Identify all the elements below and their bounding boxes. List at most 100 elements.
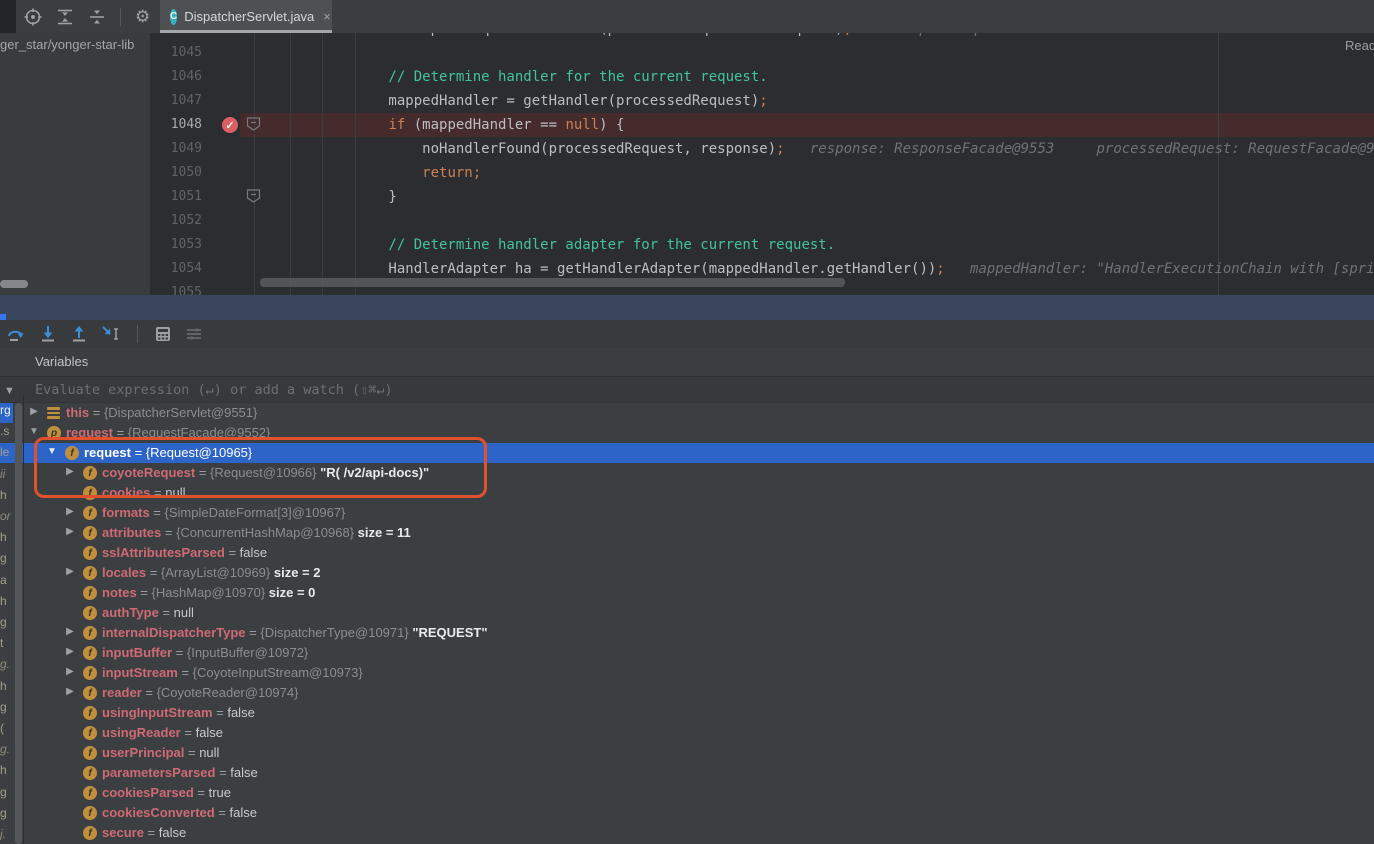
project-hscrollbar[interactable] (0, 280, 28, 288)
gutter-border (254, 33, 255, 295)
chevron-down-icon[interactable]: ▼ (46, 446, 58, 457)
chevron-right-icon[interactable]: ▶ (64, 506, 76, 517)
variable-row-formats[interactable]: ▶fformats = {SimpleDateFormat[3]@10967} (0, 503, 1374, 523)
variable-row-sslAttributesParsed[interactable]: fsslAttributesParsed = false (0, 543, 1374, 563)
frame-item-clipped[interactable]: rg (0, 403, 13, 423)
class-icon: C (170, 9, 177, 25)
frame-item-clipped[interactable]: g (0, 551, 13, 571)
variable-row-request[interactable]: ▼prequest = {RequestFacade@9552} (0, 423, 1374, 443)
variable-text: attributes = {ConcurrentHashMap@10968} s… (102, 525, 411, 540)
code-line[interactable]: } (262, 185, 397, 209)
variable-row-coyoteRequest[interactable]: ▶fcoyoteRequest = {Request@10966} "R( /v… (0, 463, 1374, 483)
variable-row-request[interactable]: ▼frequest = {Request@10965} (0, 443, 1374, 463)
code-line[interactable]: if (mappedHandler == null) { (262, 113, 624, 137)
code-line[interactable]: multipartRequestParsed = (processedReque… (262, 33, 1122, 41)
gear-icon[interactable]: ⚙ (135, 8, 150, 26)
chevron-right-icon[interactable]: ▶ (64, 626, 76, 637)
chevron-down-icon[interactable]: ▼ (4, 385, 15, 397)
fold-marker-icon[interactable] (246, 189, 261, 203)
variable-row-authType[interactable]: fauthType = null (0, 603, 1374, 623)
variable-row-reader[interactable]: ▶freader = {CoyoteReader@10974} (0, 683, 1374, 703)
code-line[interactable]: noHandlerFound(processedRequest, respons… (262, 137, 1374, 161)
variable-row-usingInputStream[interactable]: fusingInputStream = false (0, 703, 1374, 723)
frame-item-clipped[interactable]: j. (0, 827, 13, 844)
frames-vscrollbar[interactable] (15, 403, 22, 844)
code-line[interactable]: // Determine handler for the current req… (262, 65, 768, 89)
frame-item-clipped[interactable]: t (0, 636, 13, 656)
frame-item-clipped[interactable]: .s (0, 424, 13, 444)
variable-name: authType (102, 605, 159, 620)
frame-item-clipped[interactable]: h (0, 530, 13, 550)
variables-tree: ▶this = {DispatcherServlet@9551}▼preques… (0, 403, 1374, 844)
field-icon: f (83, 706, 97, 720)
chevron-right-icon[interactable]: ▶ (64, 566, 76, 577)
step-out-icon[interactable] (70, 325, 88, 343)
tab-close-icon[interactable]: × (323, 9, 331, 24)
chevron-right-icon[interactable]: ▶ (64, 646, 76, 657)
variable-row-cookiesConverted[interactable]: fcookiesConverted = false (0, 803, 1374, 823)
frame-item-clipped[interactable]: g (0, 700, 13, 720)
chevron-right-icon[interactable]: ▶ (64, 666, 76, 677)
chevron-down-icon[interactable]: ▼ (28, 426, 40, 437)
editor-hscrollbar[interactable] (260, 278, 845, 287)
variable-row-attributes[interactable]: ▶fattributes = {ConcurrentHashMap@10968}… (0, 523, 1374, 543)
variable-value: false (159, 825, 186, 840)
variable-row-cookies[interactable]: fcookies = null (0, 483, 1374, 503)
variable-row-userPrincipal[interactable]: fuserPrincipal = null (0, 743, 1374, 763)
panel-splitter[interactable] (0, 295, 1374, 320)
code-editor[interactable]: 1044 multipartRequestParsed = (processed… (150, 33, 1374, 295)
step-into-icon[interactable] (39, 325, 57, 343)
evaluate-expression-row[interactable]: ▼ Evaluate expression (↵) or add a watch… (0, 376, 1374, 403)
code-line[interactable]: mappedHandler = getHandler(processedRequ… (262, 89, 768, 113)
evaluate-expression-icon[interactable] (154, 325, 172, 343)
layout-settings-icon[interactable] (185, 325, 203, 343)
fold-marker-icon[interactable] (246, 117, 261, 131)
frame-item-clipped[interactable]: le (0, 445, 13, 465)
code-line[interactable]: // Determine handler adapter for the cur… (262, 233, 835, 257)
collapse-all-icon[interactable] (88, 8, 106, 26)
field-icon: f (83, 806, 97, 820)
variable-row-locales[interactable]: ▶flocales = {ArrayList@10969} size = 2 (0, 563, 1374, 583)
project-panel[interactable]: ger_star/yonger-star-lib (0, 33, 150, 295)
frame-item-clipped[interactable]: h (0, 763, 13, 783)
frame-item-clipped[interactable]: ( (0, 721, 13, 741)
frame-item-clipped[interactable]: g (0, 806, 13, 826)
chevron-right-icon[interactable]: ▶ (64, 686, 76, 697)
frame-item-clipped[interactable]: g. (0, 657, 13, 677)
breakpoint-icon[interactable]: ✓ (222, 117, 238, 133)
variable-name: cookiesConverted (102, 805, 215, 820)
variable-row-usingReader[interactable]: fusingReader = false (0, 723, 1374, 743)
variable-row-inputBuffer[interactable]: ▶finputBuffer = {InputBuffer@10972} (0, 643, 1374, 663)
variable-row-parametersParsed[interactable]: fparametersParsed = false (0, 763, 1374, 783)
step-over-icon[interactable] (6, 325, 26, 343)
frame-item-clipped[interactable]: a (0, 573, 13, 593)
frame-item-clipped[interactable]: or (0, 509, 13, 529)
frame-item-clipped[interactable]: g (0, 785, 13, 805)
tab-dispatcherservlet[interactable]: C DispatcherServlet.java × (160, 0, 332, 33)
run-to-cursor-icon[interactable] (101, 325, 121, 343)
frame-item-clipped[interactable]: g (0, 615, 13, 635)
frame-item-clipped[interactable]: h (0, 488, 13, 508)
frame-item-clipped[interactable]: h (0, 594, 13, 614)
frame-item-clipped[interactable]: g. (0, 742, 13, 762)
variable-row-inputStream[interactable]: ▶finputStream = {CoyoteInputStream@10973… (0, 663, 1374, 683)
variable-row-notes[interactable]: fnotes = {HashMap@10970} size = 0 (0, 583, 1374, 603)
variable-row-secure[interactable]: fsecure = false (0, 823, 1374, 843)
variable-row-this[interactable]: ▶this = {DispatcherServlet@9551} (0, 403, 1374, 423)
chevron-right-icon[interactable]: ▶ (64, 466, 76, 477)
variable-row-cookiesParsed[interactable]: fcookiesParsed = true (0, 783, 1374, 803)
expand-all-icon[interactable] (56, 8, 74, 26)
code-line[interactable]: return; (262, 161, 481, 185)
tab-variables[interactable]: Variables (35, 354, 88, 369)
frame-item-clipped[interactable]: h (0, 679, 13, 699)
chevron-right-icon[interactable]: ▶ (28, 406, 40, 417)
execution-point-icon[interactable] (24, 8, 42, 26)
variable-text: inputStream = {CoyoteInputStream@10973} (102, 665, 363, 680)
code-text: // Determine handler adapter for the cur… (262, 237, 835, 253)
variable-row-internalDispatcherType[interactable]: ▶finternalDispatcherType = {DispatcherTy… (0, 623, 1374, 643)
variable-text: internalDispatcherType = {DispatcherType… (102, 625, 488, 640)
frame-item-clipped[interactable]: ii (0, 467, 13, 487)
evaluate-expression-input[interactable]: Evaluate expression (↵) or add a watch (… (35, 382, 393, 398)
variable-text: request = {Request@10965} (84, 445, 252, 460)
chevron-right-icon[interactable]: ▶ (64, 526, 76, 537)
